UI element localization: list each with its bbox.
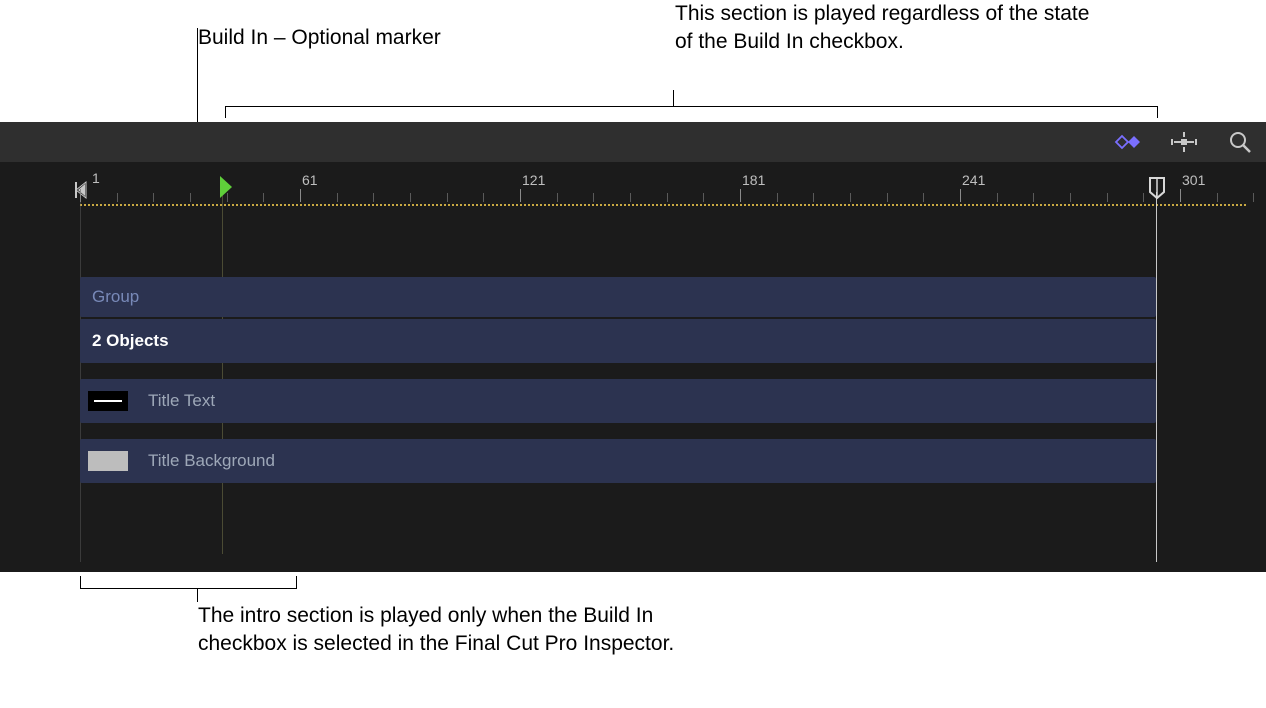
timeline-ruler[interactable]: 1 61121181241301 [0, 162, 1266, 202]
keyframe-icon[interactable] [1114, 128, 1142, 156]
snapping-icon[interactable] [1170, 128, 1198, 156]
group-header-row[interactable]: Group [80, 277, 1156, 317]
group-object-count: 2 Objects [80, 331, 169, 351]
ruler-track[interactable]: 61 121 181 241 301 [80, 162, 1266, 202]
ruler-tick-label: 301 [1182, 172, 1205, 188]
callout-build-in-marker: Build In – Optional marker [198, 24, 498, 52]
clip-thumbnail-icon [88, 451, 128, 471]
clip-thumbnail-icon [88, 391, 128, 411]
clip-title-text[interactable]: Title Text [80, 379, 1156, 423]
clip-label: Title Text [136, 391, 215, 411]
play-range-indicator [80, 204, 1246, 206]
zoom-icon[interactable] [1226, 128, 1254, 156]
callout-intro-section: The intro section is played only when th… [198, 602, 698, 659]
group-objects-row[interactable]: 2 Objects [80, 319, 1156, 363]
build-in-marker-line [222, 184, 223, 554]
callout-bracket-bottom [80, 576, 297, 598]
ruler-tick-label: 121 [522, 172, 545, 188]
ruler-tick-label: 61 [302, 172, 318, 188]
timeline-panel: 1 61121181241301 Group 2 Objects Title T [0, 122, 1266, 572]
clip-label: Title Background [136, 451, 275, 471]
clip-title-background[interactable]: Title Background [80, 439, 1156, 483]
timeline-toolbar [0, 122, 1266, 162]
playhead-line[interactable] [1156, 192, 1157, 562]
project-end-marker[interactable] [1147, 176, 1169, 205]
ruler-tick-label: 241 [962, 172, 985, 188]
callout-always-played-section: This section is played regardless of the… [675, 0, 1095, 57]
project-start-line [80, 192, 81, 562]
group-label: Group [80, 287, 139, 307]
ruler-tick-label: 181 [742, 172, 765, 188]
